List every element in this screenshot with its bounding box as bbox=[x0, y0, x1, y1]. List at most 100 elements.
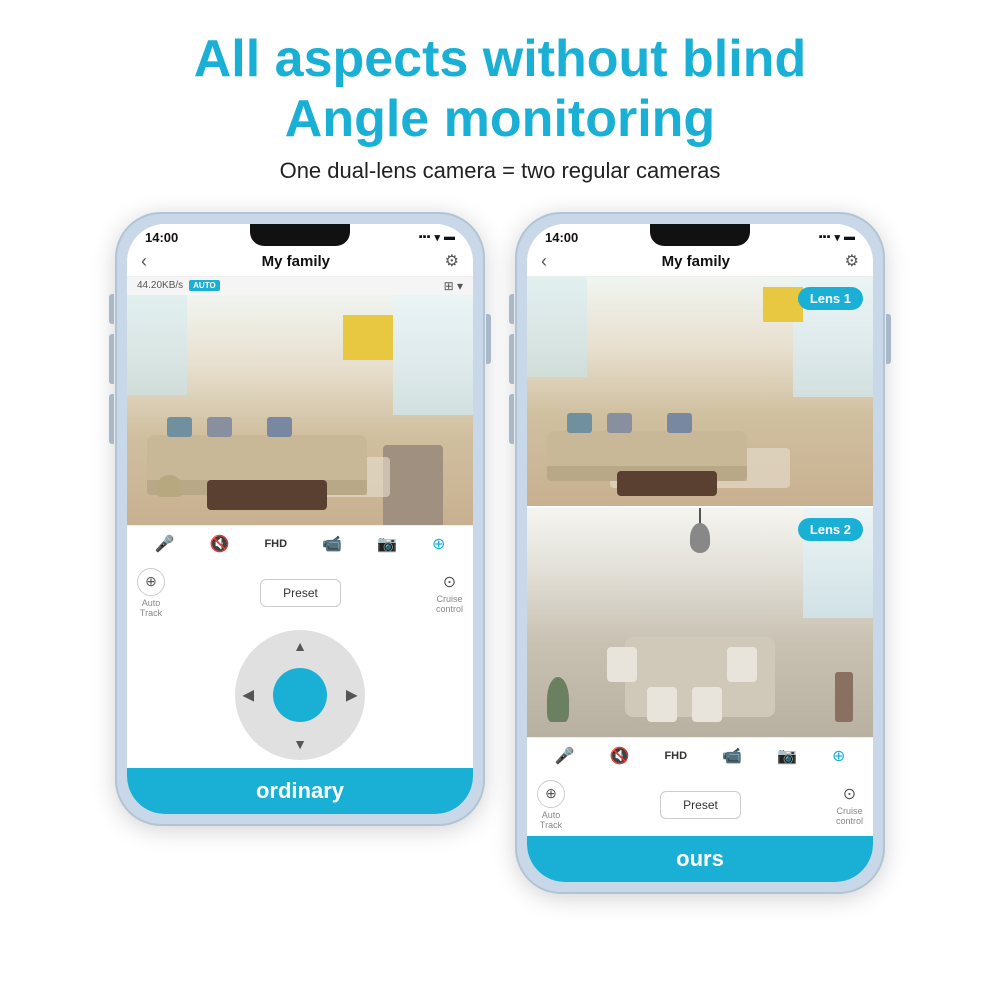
phone-left-nav-title: My family bbox=[262, 253, 330, 270]
wifi-icon: ▾ bbox=[434, 231, 440, 244]
preset-button-right[interactable]: Preset bbox=[660, 791, 741, 819]
pillow-lens1-2 bbox=[607, 413, 632, 433]
plant bbox=[547, 677, 569, 722]
phone-left-status-icons: ▪▪▪ ▾ ▬ bbox=[419, 231, 455, 244]
record-icon-left[interactable]: 📹 bbox=[322, 534, 342, 554]
window-right-left bbox=[393, 295, 473, 415]
cruise-label-right: Cruisecontrol bbox=[836, 806, 863, 826]
page-container: All aspects without blind Angle monitori… bbox=[0, 0, 1000, 1000]
ptz-section-right: ⊕ AutoTrack Preset ⊙ Cruisecontrol bbox=[527, 772, 873, 836]
dpad-center-left[interactable] bbox=[273, 668, 327, 722]
phone-right-status-icons: ▪▪▪ ▾ ▬ bbox=[819, 231, 855, 244]
phone-left-inner: 14:00 ▪▪▪ ▾ ▬ ‹ My family ⚙ 44.20KB/s bbox=[127, 224, 473, 814]
layout-icon: ⊞ ▾ bbox=[444, 279, 463, 293]
battery-icon-r: ▬ bbox=[844, 231, 855, 243]
auto-track-label-left: AutoTrack bbox=[140, 598, 162, 618]
mute-icon-left[interactable]: 🔇 bbox=[209, 534, 229, 554]
dots-icon-left[interactable]: ⊕ bbox=[432, 534, 445, 554]
phone-right-nav: ‹ My family ⚙ bbox=[527, 247, 873, 277]
dots-icon-right[interactable]: ⊕ bbox=[832, 746, 845, 766]
phone-right-nav-title: My family bbox=[662, 253, 730, 270]
dpad-section-left: ▲ ▼ ◀ ▶ bbox=[127, 624, 473, 768]
header-subtitle: One dual-lens camera = two regular camer… bbox=[194, 158, 806, 184]
battery-icon: ▬ bbox=[444, 231, 455, 243]
phone-left-notch bbox=[250, 224, 350, 246]
auto-track-item-left: ⊕ AutoTrack bbox=[137, 568, 165, 618]
dpad-down-left[interactable]: ▼ bbox=[293, 736, 307, 752]
camera-view-left bbox=[127, 295, 473, 525]
snapshot-icon-left[interactable]: 📷 bbox=[377, 534, 397, 554]
mute-icon-right[interactable]: 🔇 bbox=[609, 746, 629, 766]
auto-track-label-right: AutoTrack bbox=[540, 810, 562, 830]
pillow2 bbox=[207, 417, 232, 437]
dpad-up-left[interactable]: ▲ bbox=[293, 638, 307, 654]
phones-row: 14:00 ▪▪▪ ▾ ▬ ‹ My family ⚙ 44.20KB/s bbox=[0, 212, 1000, 894]
cruise-item-right: ⊙ Cruisecontrol bbox=[836, 784, 863, 826]
auto-track-icon-right[interactable]: ⊕ bbox=[537, 780, 565, 808]
speed-value: 44.20KB/s bbox=[137, 280, 183, 291]
header: All aspects without blind Angle monitori… bbox=[174, 0, 826, 194]
phone-right-inner: 14:00 ▪▪▪ ▾ ▬ ‹ My family ⚙ bbox=[527, 224, 873, 882]
cruise-icon-right[interactable]: ⊙ bbox=[843, 784, 856, 804]
phone-left-label: ordinary bbox=[127, 768, 473, 814]
window-left-left bbox=[127, 295, 187, 395]
cruise-icon-left[interactable]: ⊙ bbox=[443, 572, 456, 592]
phone-left-statusbar: 14:00 ▪▪▪ ▾ ▬ bbox=[127, 224, 473, 247]
settings-button-right[interactable]: ⚙ bbox=[845, 251, 859, 271]
basket-left bbox=[157, 475, 182, 497]
pillow-lens1-1 bbox=[567, 413, 592, 433]
pillow3 bbox=[267, 417, 292, 437]
signal-icon: ▪▪▪ bbox=[419, 231, 431, 243]
fhd-label-left[interactable]: FHD bbox=[264, 538, 287, 550]
room-bg-left bbox=[127, 295, 473, 525]
phone-right-time: 14:00 bbox=[545, 230, 578, 245]
auto-track-icon-left[interactable]: ⊕ bbox=[137, 568, 165, 596]
yellow-art-lens1 bbox=[763, 287, 803, 322]
ptz-section-left: ⊕ AutoTrack Preset ⊙ Cruisecontrol bbox=[127, 560, 473, 624]
mic-icon-left[interactable]: 🎤 bbox=[155, 534, 175, 554]
pillow-lens1-3 bbox=[667, 413, 692, 433]
coffee-table-left bbox=[207, 480, 327, 510]
chair2 bbox=[727, 647, 757, 682]
chair4 bbox=[692, 687, 722, 722]
chair3 bbox=[647, 687, 677, 722]
phone-right-label: ours bbox=[527, 836, 873, 882]
camera-view-right: Lens 1 bbox=[527, 277, 873, 737]
mic-icon-right[interactable]: 🎤 bbox=[555, 746, 575, 766]
window-left-lens1 bbox=[527, 277, 587, 377]
wifi-icon-r: ▾ bbox=[834, 231, 840, 244]
lens2-badge: Lens 2 bbox=[798, 518, 863, 541]
preset-button-left[interactable]: Preset bbox=[260, 579, 341, 607]
back-button-left[interactable]: ‹ bbox=[141, 251, 147, 272]
controls-bar-left: 🎤 🔇 FHD 📹 📷 ⊕ bbox=[127, 525, 473, 560]
phone-right-notch bbox=[650, 224, 750, 246]
back-button-right[interactable]: ‹ bbox=[541, 251, 547, 272]
chair1 bbox=[607, 647, 637, 682]
dpad-left: ▲ ▼ ◀ ▶ bbox=[235, 630, 365, 760]
cruise-label-left: Cruisecontrol bbox=[436, 594, 463, 614]
phone-left-time: 14:00 bbox=[145, 230, 178, 245]
room-bg-lens2 bbox=[527, 508, 873, 737]
phone-left-nav: ‹ My family ⚙ bbox=[127, 247, 473, 277]
pendant-lens2 bbox=[690, 523, 710, 553]
speed-bar-left: 44.20KB/s AUTO ⊞ ▾ bbox=[127, 277, 473, 295]
phone-left: 14:00 ▪▪▪ ▾ ▬ ‹ My family ⚙ 44.20KB/s bbox=[115, 212, 485, 826]
auto-badge: AUTO bbox=[189, 280, 220, 291]
lens1-badge: Lens 1 bbox=[798, 287, 863, 310]
dpad-left-left[interactable]: ◀ bbox=[243, 686, 254, 703]
phone-right-statusbar: 14:00 ▪▪▪ ▾ ▬ bbox=[527, 224, 873, 247]
settings-button-left[interactable]: ⚙ bbox=[445, 251, 459, 271]
fhd-label-right[interactable]: FHD bbox=[664, 750, 687, 762]
cruise-item-left: ⊙ Cruisecontrol bbox=[436, 572, 463, 614]
controls-bar-right: 🎤 🔇 FHD 📹 📷 ⊕ bbox=[527, 737, 873, 772]
phone-right: 14:00 ▪▪▪ ▾ ▬ ‹ My family ⚙ bbox=[515, 212, 885, 894]
room-bg-lens1 bbox=[527, 277, 873, 506]
coffee-table-lens1 bbox=[617, 471, 717, 496]
signal-icon-r: ▪▪▪ bbox=[819, 231, 831, 243]
lens2-view: Lens 2 bbox=[527, 508, 873, 737]
pillow1 bbox=[167, 417, 192, 437]
dpad-right-left[interactable]: ▶ bbox=[346, 686, 357, 703]
snapshot-icon-right[interactable]: 📷 bbox=[777, 746, 797, 766]
auto-track-item-right: ⊕ AutoTrack bbox=[537, 780, 565, 830]
record-icon-right[interactable]: 📹 bbox=[722, 746, 742, 766]
